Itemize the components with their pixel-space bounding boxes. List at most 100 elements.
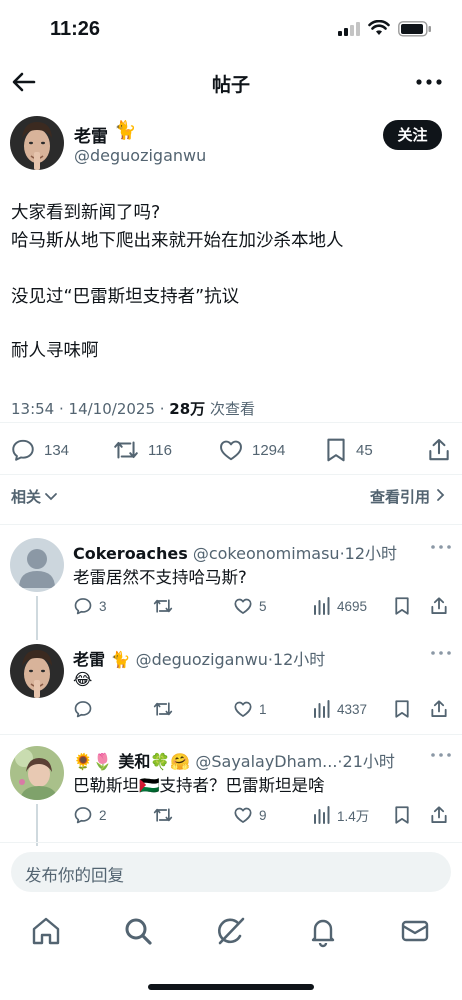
post-text-line: 哈马斯从地下爬出来就开始在加沙杀本地人: [11, 231, 344, 251]
reply-bookmark-button[interactable]: [393, 594, 411, 618]
post-meta: 13:54 · 14/10/2025 · 28万 次查看: [11, 398, 255, 419]
reply-icon: [74, 807, 92, 824]
reply-repost-button[interactable]: [152, 697, 180, 721]
bookmark-icon: [395, 806, 409, 824]
divider: [0, 524, 462, 525]
reply-author-name[interactable]: Cokeroaches: [73, 544, 188, 563]
reply-share-button[interactable]: [429, 803, 449, 827]
more-options-icon[interactable]: [414, 72, 444, 92]
reply-author-name[interactable]: 老雷 🐈: [73, 650, 131, 669]
signal-icon: [338, 22, 360, 36]
chevron-right-icon: [437, 489, 445, 501]
share-button[interactable]: [426, 434, 452, 466]
reply-text: 巴勒斯坦🇵🇸支持者？巴雷斯坦是啥: [73, 776, 325, 795]
reply-reply-button[interactable]: [73, 697, 99, 721]
reply-avatar[interactable]: [10, 746, 64, 800]
bottom-tab-bar: [0, 906, 462, 956]
bookmark-icon: [395, 700, 409, 718]
home-icon[interactable]: [29, 914, 63, 948]
repost-icon: [114, 441, 138, 459]
related-label: 相关: [11, 488, 42, 506]
reply-more-icon[interactable]: [430, 542, 452, 552]
post-actions: 134 116 1294 45: [0, 434, 462, 466]
views-count: 4695: [337, 598, 368, 614]
reply-share-button[interactable]: [429, 594, 449, 618]
reply-views-button[interactable]: 1.4万: [313, 803, 369, 827]
reply-avatar[interactable]: [10, 644, 64, 698]
views-count[interactable]: 28万: [169, 400, 205, 418]
view-quotes-link[interactable]: 查看引用: [370, 486, 446, 507]
analytics-icon: [314, 700, 330, 718]
heart-icon: [220, 440, 242, 461]
reply-item[interactable]: 老雷 🐈 @deguoziganwu·12小时 😂 1 4337: [0, 644, 462, 730]
reply-handle[interactable]: @cokeonomimasu: [188, 544, 340, 563]
search-icon[interactable]: [121, 914, 155, 948]
reply-handle[interactable]: @SayalayDham...: [190, 752, 337, 771]
divider: [0, 422, 462, 423]
quotes-label: 查看引用: [369, 488, 430, 506]
like-button[interactable]: 1294: [218, 434, 285, 466]
author-avatar[interactable]: [10, 116, 64, 170]
reply-time: ·21小时: [337, 752, 395, 771]
reply-button[interactable]: 134: [10, 434, 69, 466]
share-icon: [431, 806, 447, 823]
notifications-bell-icon[interactable]: [306, 914, 340, 948]
reply-item[interactable]: Cokeroaches @cokeonomimasu·12小时 老雷居然不支持哈…: [0, 538, 462, 640]
author-name[interactable]: 老雷: [74, 122, 108, 147]
reply-reply-button[interactable]: 2: [73, 803, 107, 827]
reply-header: 🌻🌷 美和🍀🤗 @SayalayDham...·21小时: [73, 748, 428, 772]
home-indicator: [148, 984, 314, 990]
bookmark-count: 45: [356, 441, 373, 459]
reply-share-button[interactable]: [429, 697, 449, 721]
composer-placeholder: 发布你的回复: [25, 866, 124, 885]
author-handle[interactable]: @deguoziganwu: [74, 146, 206, 165]
reply-count: 134: [44, 441, 70, 459]
post-author: 老雷 🐈 @deguoziganwu 关注: [0, 116, 462, 176]
reply-like-button[interactable]: 9: [233, 803, 267, 827]
reply-more-icon[interactable]: [430, 750, 452, 760]
wifi-icon: [368, 20, 390, 35]
like-count: 1294: [252, 441, 286, 459]
repost-icon: [153, 808, 173, 822]
reply-handle[interactable]: @deguoziganwu: [131, 650, 268, 669]
post-text-line: 耐人寻味啊: [11, 341, 99, 361]
top-bar: 帖子: [0, 60, 462, 104]
reply-actions: 3 5 4695: [0, 594, 462, 618]
reply-like-button[interactable]: 1: [233, 697, 267, 721]
chevron-down-icon: [45, 493, 57, 501]
bookmark-icon: [395, 597, 409, 615]
reply-more-icon[interactable]: [430, 648, 452, 658]
reply-item[interactable]: 🌻🌷 美和🍀🤗 @SayalayDham...·21小时 巴勒斯坦🇵🇸支持者？巴…: [0, 746, 462, 846]
messages-envelope-icon[interactable]: [398, 914, 432, 948]
follow-button[interactable]: 关注: [383, 120, 442, 150]
reply-views-button[interactable]: 4695: [313, 594, 367, 618]
reply-actions: 2 9 1.4万: [0, 803, 462, 827]
reply-avatar[interactable]: [10, 538, 64, 592]
grok-icon[interactable]: [214, 914, 248, 948]
views-label: 次查看: [205, 400, 255, 418]
reply-bookmark-button[interactable]: [393, 803, 411, 827]
bookmark-icon: [327, 438, 345, 462]
reply-views-button[interactable]: 4337: [313, 697, 367, 721]
reply-bookmark-button[interactable]: [393, 697, 411, 721]
reply-repost-button[interactable]: [152, 803, 180, 827]
bookmark-button[interactable]: 45: [324, 434, 373, 466]
share-icon: [429, 439, 449, 461]
post-timestamp: 13:54 · 14/10/2025 ·: [11, 400, 170, 418]
views-count: 1.4万: [337, 809, 370, 824]
related-dropdown[interactable]: 相关: [11, 486, 58, 507]
reply-like-button[interactable]: 5: [233, 594, 267, 618]
divider: [0, 734, 462, 735]
repost-icon: [153, 599, 173, 613]
battery-icon: [398, 21, 431, 37]
analytics-icon: [314, 806, 330, 824]
heart-icon: [234, 598, 252, 614]
reply-author-name[interactable]: 🌻🌷 美和🍀🤗: [73, 752, 190, 771]
reply-reply-button[interactable]: 3: [73, 594, 107, 618]
reply-count: 2: [99, 807, 107, 823]
reply-composer-input[interactable]: 发布你的回复: [11, 852, 451, 892]
reply-repost-button[interactable]: [152, 594, 180, 618]
repost-button[interactable]: 116: [112, 434, 172, 466]
analytics-icon: [314, 597, 330, 615]
post-text-line: 大家看到新闻了吗?: [11, 203, 161, 223]
